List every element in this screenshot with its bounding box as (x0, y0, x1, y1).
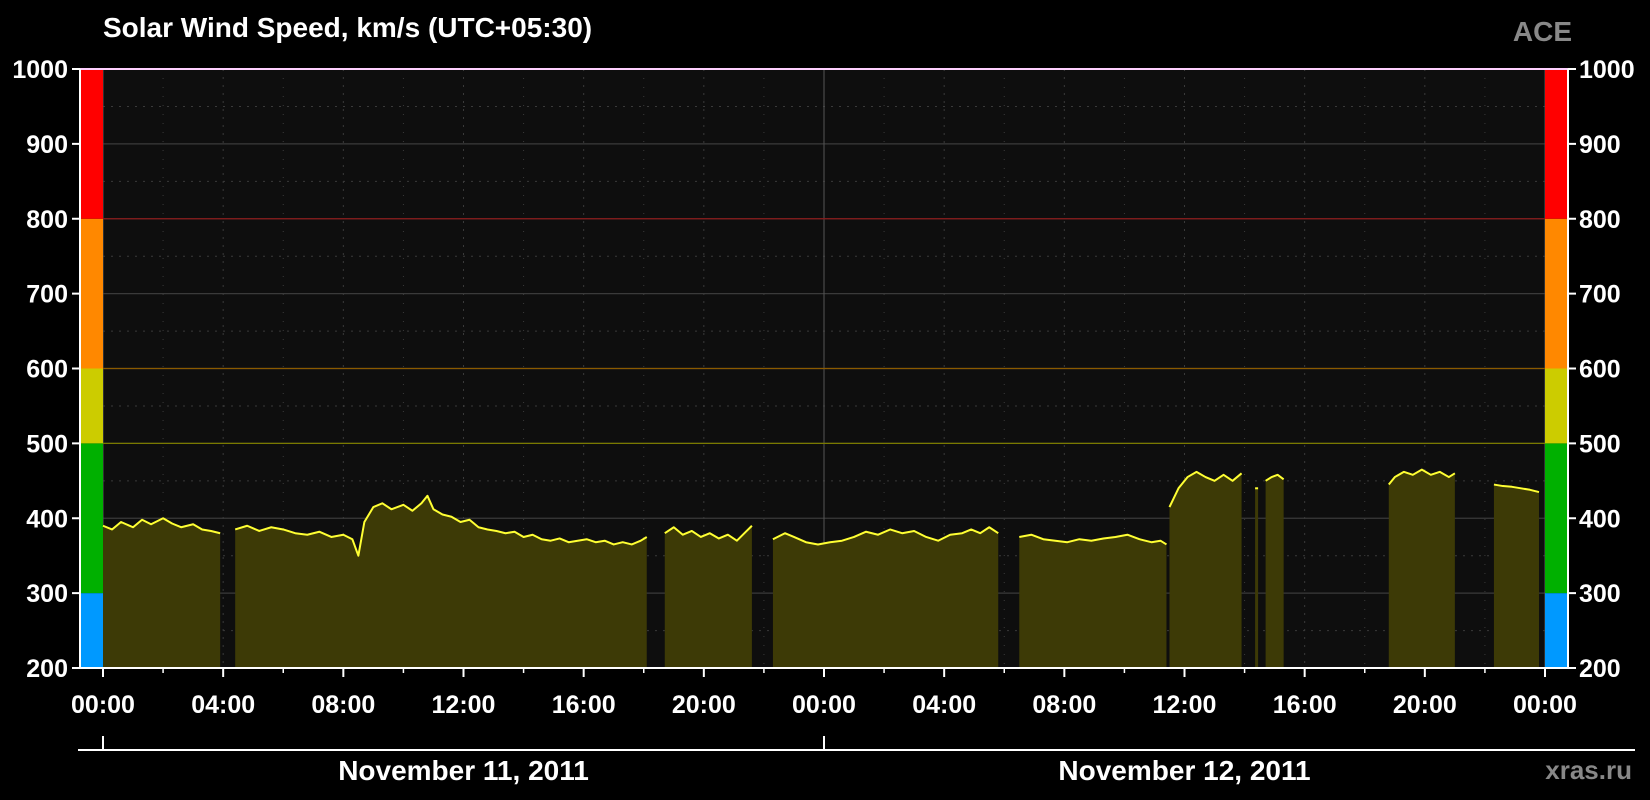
y-tick-label: 300 (1579, 580, 1621, 608)
speed-fill (1493, 484, 1539, 668)
y-tick-label: 200 (1579, 655, 1621, 683)
x-tick-label: 08:00 (311, 691, 375, 719)
y-tick-label: 900 (1579, 131, 1621, 159)
speed-zone (1545, 218, 1568, 369)
speed-fill (1169, 471, 1242, 668)
x-tick-label: 08:00 (1032, 691, 1096, 719)
speed-zone (80, 593, 103, 668)
y-axis-left: 200 300 400 500 600 700 800 900 1000 (12, 56, 80, 683)
y-tick-label: 1000 (12, 56, 68, 84)
y-tick-label: 600 (1579, 356, 1621, 384)
y-tick-label: 400 (26, 505, 68, 533)
speed-fill (1388, 469, 1455, 668)
speed-zone (80, 368, 103, 444)
speed-fill (772, 527, 999, 668)
y-tick-label: 500 (26, 430, 68, 458)
speed-zone (1545, 443, 1568, 594)
x-tick-label: 04:00 (912, 691, 976, 719)
speed-zone-bar-left (80, 69, 103, 668)
y-tick-label: 400 (1579, 505, 1621, 533)
solar-wind-chart: 200 300 400 500 600 700 800 900 1000 200 300 400 50… (12, 56, 1635, 786)
y-tick-label: 1000 (1579, 56, 1635, 84)
y-tick-label: 600 (26, 356, 68, 384)
x-tick-label: 12:00 (432, 691, 496, 719)
x-tick-label: 00:00 (71, 691, 135, 719)
speed-zone (1545, 368, 1568, 444)
speed-fill (664, 525, 752, 668)
speed-zone (80, 218, 103, 369)
y-tick-label: 300 (26, 580, 68, 608)
y-tick-label: 800 (1579, 206, 1621, 234)
date-label: November 12, 2011 (1058, 755, 1310, 786)
x-tick-label: 04:00 (191, 691, 255, 719)
y-tick-label: 700 (1579, 281, 1621, 309)
speed-zone-bar-right (1545, 69, 1568, 668)
speed-zone (1545, 69, 1568, 219)
y-tick-label: 200 (26, 655, 68, 683)
x-tick-label: 20:00 (672, 691, 736, 719)
speed-fill (1019, 534, 1167, 668)
x-tick-label: 12:00 (1153, 691, 1217, 719)
x-tick-label: 16:00 (1273, 691, 1337, 719)
x-tick-label: 20:00 (1393, 691, 1457, 719)
speed-fill (103, 518, 221, 668)
date-label: November 11, 2011 (338, 755, 589, 786)
x-tick-label: 16:00 (552, 691, 616, 719)
y-tick-label: 700 (26, 281, 68, 309)
speed-zone (80, 69, 103, 219)
x-axis: 00:00 04:00 08:00 12:00 16:00 20:00 00:00 04:00… (71, 668, 1577, 719)
speed-zone (1545, 593, 1568, 668)
speed-fill (1265, 474, 1284, 668)
speed-fill (1255, 488, 1259, 668)
y-tick-label: 500 (1579, 430, 1621, 458)
x-tick-label: 00:00 (792, 691, 856, 719)
y-tick-label: 900 (26, 131, 68, 159)
y-axis-right: 200 300 400 500 600 700 800 900 1000 (1568, 56, 1635, 683)
y-tick-label: 800 (26, 206, 68, 234)
speed-zone (80, 443, 103, 594)
date-axis: November 11, 2011 November 12, 2011 (78, 736, 1635, 786)
x-tick-label: 00:00 (1513, 691, 1577, 719)
